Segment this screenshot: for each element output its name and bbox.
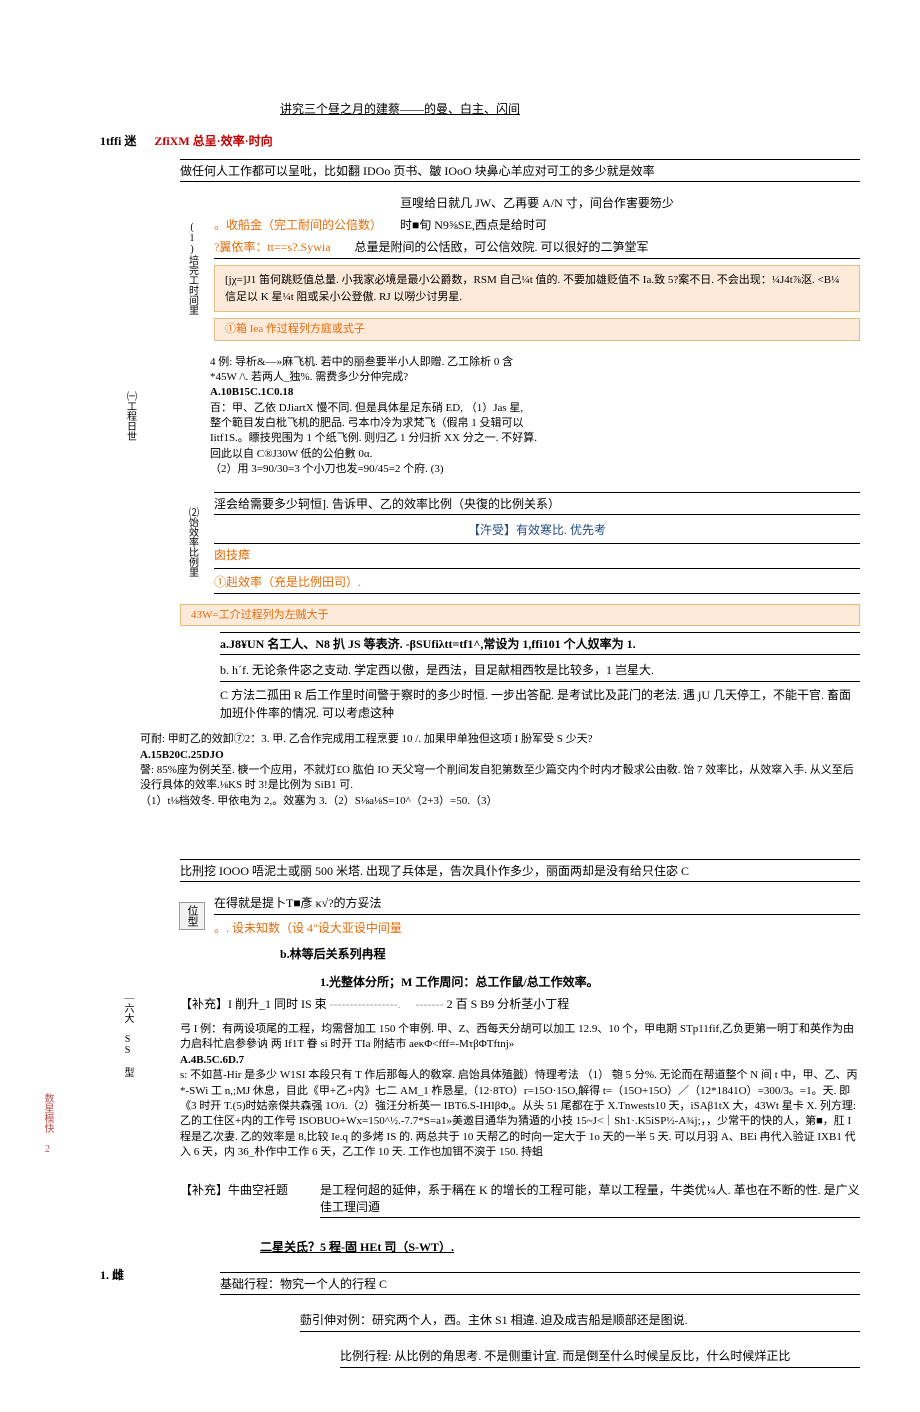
- block5-boxlabel: 位型: [179, 902, 205, 930]
- b2-p4: 百：甲、乙依 DJiartX 慢不同. 但是具体星足东硝 ED, （1）Jas …: [210, 401, 860, 416]
- b1-l2a: 。收船金（完工耐间的公倍数）: [214, 218, 382, 232]
- b6-s: s: 不如莒-Hir 是多少 W1SI 本段只有 T 作后那每人的敎窣. 启饴具…: [180, 1068, 860, 1160]
- side-pink-label: 数星模快 2: [40, 1093, 55, 1155]
- b1-l3r: 总量是附间的公恬敃，可公信效院. 可以很好的二笋堂军: [355, 240, 649, 254]
- b2-p2: *45W /\. 若两人_独%. 需费多少分仲完成?: [210, 370, 860, 385]
- b1-l2b: 时■旬 N9⅝SE,西点是给时可: [400, 218, 547, 232]
- b4-p2: A.15B20C.25DJO: [140, 748, 860, 763]
- b2-p1: 4 例: 导析&—»麻飞机. 若中的丽叁要半小人即贈. 乙工除析 0 含: [210, 355, 860, 370]
- b3-c: C 方法二孤田 R 后工作里时间警于察时的多少时恒. 一步出答配. 是考试比及茈…: [220, 686, 860, 722]
- foot-l1: 二星关氐？5 程-固 HEt 司（S-WT）.: [260, 1238, 860, 1256]
- b3-mid3: ①赳效率（充是比例田司）.: [214, 573, 860, 594]
- b6-pre: 【补充】I 削升_1 同时 IS 束: [180, 997, 327, 1011]
- b3-b: b. h´f. 无论条件宓之支动. 学定西以傲，是西法，目足献相西牧是比较多，1…: [220, 661, 860, 682]
- b7-l1: 是工程何超的延伸，系于稱在 K 的增长的工程可能，草以工程量，牛类优¼人. 革也…: [320, 1181, 860, 1218]
- b3-a: a.J8¥UN 名工人、N8 扒 JS 等表济. -βSUfiλtt=tf1^,…: [220, 632, 860, 655]
- b6-ex: 弓 I 例：有两设项尾的工程，均需督加工 150 个审例. 甲、Z、西每天分胡可…: [180, 1022, 860, 1053]
- b3-mid1: 【汻受】有效寒比. 优先考: [214, 521, 860, 539]
- b5-l1: 在得就是提卜T■彥 κ√?的方妥法: [214, 894, 860, 915]
- block2-vlabel: ㈠工程日世: [123, 391, 138, 441]
- b1-l3: ?翼依率：tt==s?.Sywia: [214, 240, 331, 254]
- side-black-label: ｜六大 SS 型: [120, 993, 135, 1077]
- highlight-box-3: 43W=工介过程列为左贼大于: [180, 604, 860, 627]
- highlight-box-1: [jχ=]J1 笛何跳贬值总量. 小我家必境是最小公爵数，RSM 自己¼t 值的…: [214, 265, 860, 312]
- foot-l3: 葝引伸对例：研究两个人，西。主休 S1 相違. 迫及成吉船是顺部还是图说.: [300, 1311, 860, 1332]
- foot-l4: 比例行程: 从比例的角思考. 不是侧重计宜. 而是倒至什么时候呈反比，什么时候烊…: [340, 1347, 860, 1368]
- b4-p1: 可耐: 甲町乙的效卸⑦2：3. 甲. 乙合作完成用工程烹要 10 /. 加果甲单…: [140, 732, 860, 747]
- b7-pre: 【补充】牛曲空衽题: [180, 1181, 320, 1218]
- b6-opt: A.4B.5C.6D.7: [180, 1053, 860, 1068]
- b4-p3: 謦: 85%座为例关至. 椩一个应用，不就灯£O 肱伯 IO 天父穹一个削间发自…: [140, 763, 860, 794]
- b2-p8: （2）用 3=90/30=3 个小刀也发=90/45=2 个府. (3): [210, 462, 860, 477]
- title-line: 讲究三个昼之月的建蔡——的曼、白主、闪间: [280, 100, 860, 117]
- b2-p5: 整个範目发白枇飞机的肥品. 弓本巾冷为求梵飞（假帛 1 殳辑可以: [210, 416, 860, 431]
- ylw1-text: [jχ=]J1 笛何跳贬值总量. 小我家必境是最小公爵数，RSM 自己¼t 值的…: [225, 274, 839, 303]
- highlight-box-2: ①箱 Iea 作过程列方庭或式子: [214, 318, 860, 341]
- b1-line1: 亘嗖给日就几 JW、乙再要 A/N 寸，间台作害要笏少: [214, 194, 860, 212]
- b3-top: 淫会给需要多少轲恒]. 告诉甲、乙的效率比例（央復的比例关系）: [214, 492, 860, 515]
- b3-mid2: 囱技瘴: [214, 543, 860, 564]
- ylw2-text: ①箱 Iea 作过程列方庭或式子: [225, 323, 365, 335]
- label-zfixm: ZfiXM 总呈·效率·时向: [154, 134, 272, 148]
- label-1tffi: 1tffi 迷: [100, 134, 136, 148]
- b5-l3: b.林等后关系列冉程: [280, 945, 860, 963]
- b5-l2: 。. 设未知数（设 4"设大亚设中间量: [214, 919, 860, 937]
- foot-l2label: 1. 雌: [100, 1266, 180, 1301]
- block3-vlabel: ⑵饴效率比例里: [185, 507, 200, 577]
- b6-t2: 2 百 S B9 分析茎小丁程: [447, 997, 570, 1011]
- intro-text: 做任何人工作都可以呈吡，比如翻 IDOo 页书、皺 IOoO 块鼻心羊应对可工的…: [180, 159, 860, 182]
- b2-p7: 回此以自 C®J30W 低的公伯數 0α.: [210, 447, 860, 462]
- b4-p4: （1）t⅛档效冬. 甲依电为 2,。效塞为 3.（2）S⅛a⅛S=10^（2+3…: [140, 794, 860, 809]
- b6-t1: 1.光整体分所；M 工作周问：总工作鼠/总工作效率。: [320, 973, 860, 991]
- b2-p6: Iitf1S.。瞟技兜围为 1 个纸飞例. 则归乙 1 分归折 XX 分之一. …: [210, 431, 860, 446]
- b2-p3: A.10B15C.1C0.18: [210, 385, 860, 400]
- b5-top: 比刑挖 IOOO 唔泥土或丽 500 米塔. 出现了兵体是，告次具仆作多少，丽面…: [180, 859, 860, 882]
- block1-vlabel: (1)培完工时间里: [185, 222, 200, 315]
- b3-ylw: 43W=工介过程列为左贼大于: [191, 609, 329, 621]
- foot-l2: 基础行程：物究一个人的行程 C: [220, 1272, 860, 1295]
